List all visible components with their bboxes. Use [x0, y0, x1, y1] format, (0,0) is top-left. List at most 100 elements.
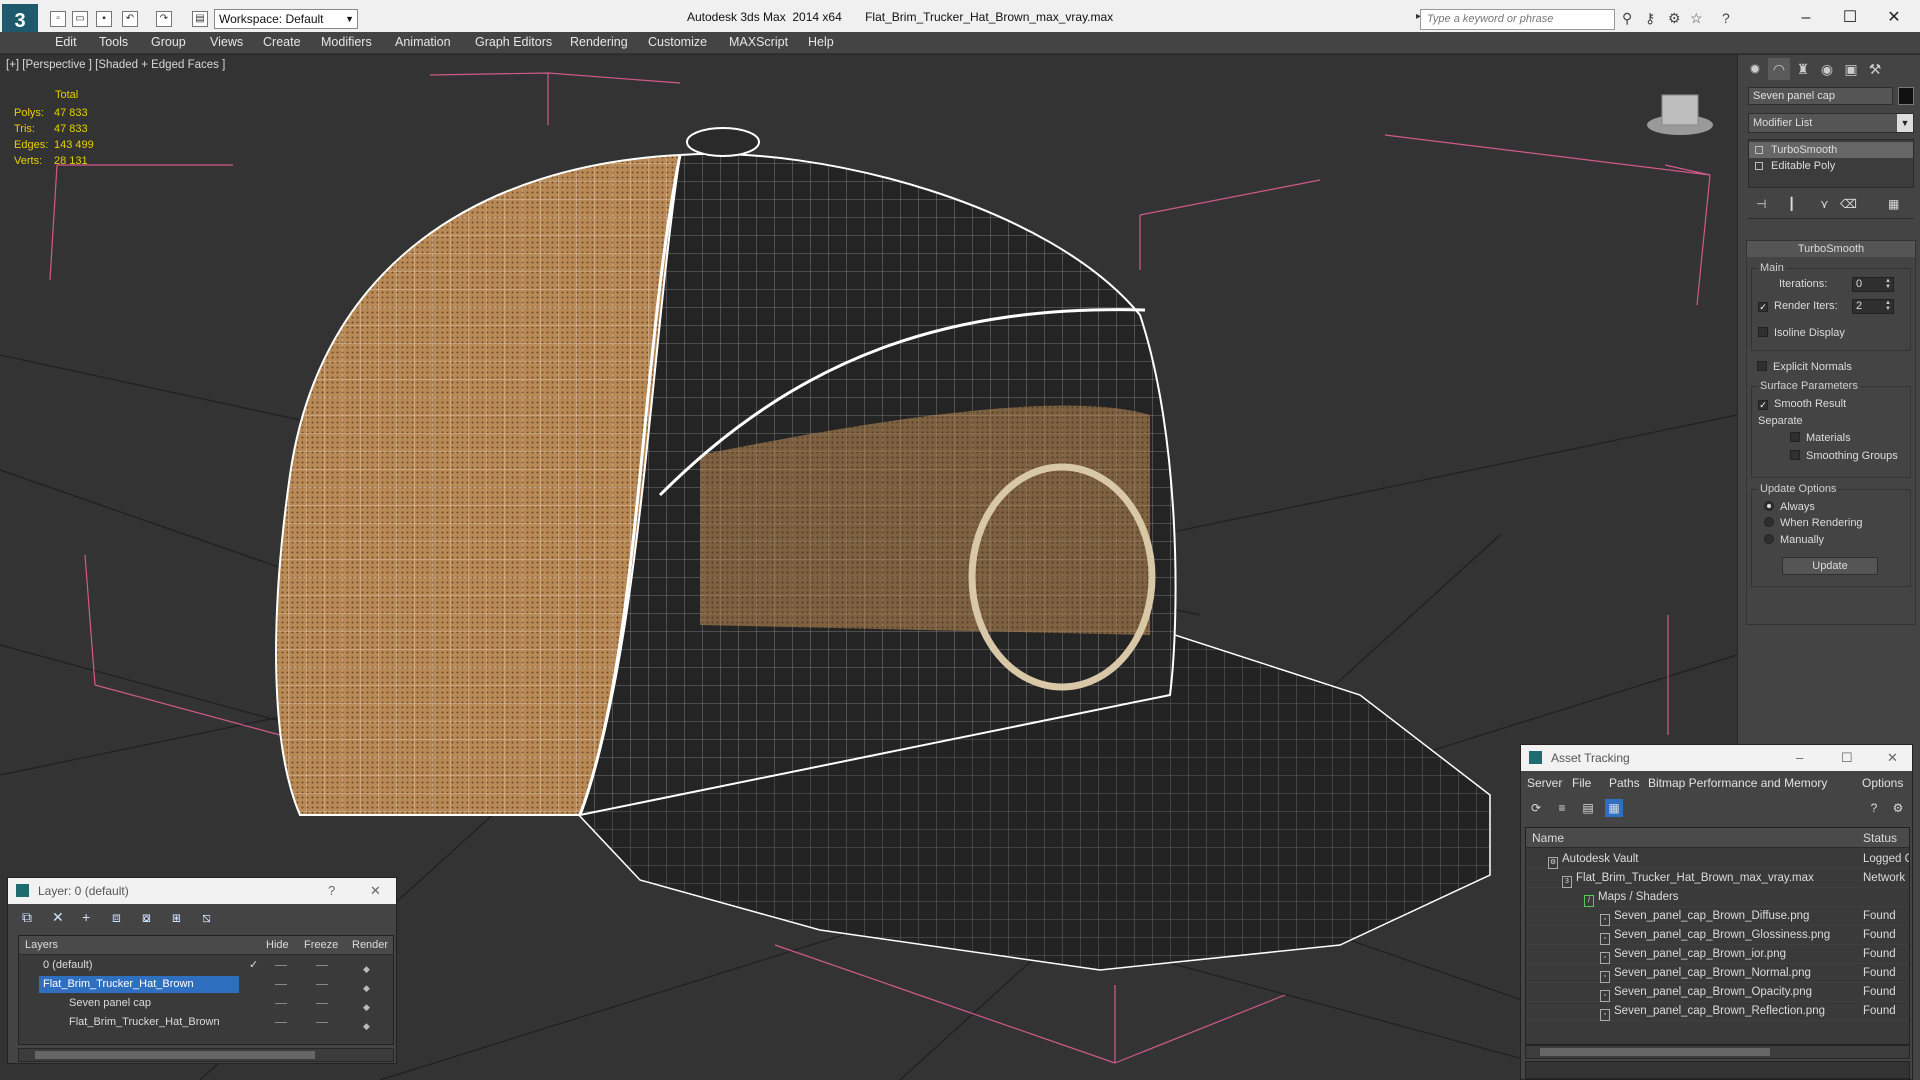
show-end-result-icon[interactable]: ┃ — [1788, 197, 1795, 211]
table-row[interactable]: Flat_Brim_Trucker_Hat_Brown ◆ — [19, 975, 393, 994]
column-freeze[interactable]: Freeze — [304, 939, 338, 951]
open-file-icon[interactable]: ▭ — [72, 11, 88, 27]
spinner-arrows-icon[interactable]: ▲ ▼ — [1883, 278, 1893, 291]
menu-modifiers[interactable]: Modifiers — [321, 35, 372, 49]
motion-tab-icon[interactable]: ◉ — [1816, 58, 1838, 80]
hide-toggle[interactable] — [275, 984, 287, 985]
key-icon[interactable]: ⚷ — [1645, 10, 1655, 27]
add-to-layer-icon[interactable]: + — [82, 909, 90, 925]
maximize-icon[interactable]: ☐ — [1830, 6, 1870, 32]
settings-icon[interactable]: ⚙ — [1889, 799, 1907, 817]
maximize-icon[interactable]: ☐ — [1841, 745, 1853, 771]
star-icon[interactable]: ☆ — [1690, 10, 1703, 27]
radio-icon[interactable] — [1764, 534, 1774, 544]
expand-icon[interactable] — [1755, 162, 1763, 170]
explicit-normals-checkbox[interactable]: Explicit Normals — [1757, 361, 1852, 373]
menu-edit[interactable]: Edit — [55, 35, 77, 49]
help-icon[interactable]: ? — [328, 878, 335, 904]
modify-tab-icon[interactable]: ◠ — [1768, 58, 1790, 80]
minimize-icon[interactable]: – — [1796, 745, 1803, 771]
layer-horizontal-scrollbar[interactable] — [18, 1048, 394, 1062]
remove-modifier-icon[interactable]: ⌫ — [1840, 197, 1857, 211]
smoothing-groups-checkbox[interactable]: Smoothing Groups — [1790, 450, 1898, 462]
stack-item-turbosmooth[interactable]: TurboSmooth — [1749, 142, 1913, 158]
table-row[interactable]: Flat_Brim_Trucker_Hat_Brown ◆ — [19, 1013, 393, 1032]
menu-tools[interactable]: Tools — [99, 35, 128, 49]
binoculars-icon[interactable]: ⚲ — [1622, 10, 1632, 27]
pin-stack-icon[interactable]: ⊣ — [1756, 197, 1766, 211]
checkbox-icon[interactable] — [1758, 327, 1768, 337]
rollout-header[interactable]: TurboSmooth — [1747, 241, 1915, 257]
menu-help[interactable]: Help — [808, 35, 834, 49]
close-icon[interactable]: ✕ — [1874, 6, 1914, 32]
close-icon[interactable]: ✕ — [370, 878, 381, 904]
table-view-icon[interactable]: ▦ — [1605, 799, 1623, 817]
menu-rendering[interactable]: Rendering — [570, 35, 628, 49]
freeze-toggle[interactable] — [316, 1003, 328, 1004]
object-color-swatch[interactable] — [1898, 87, 1914, 105]
menu-file[interactable]: File — [1572, 776, 1591, 790]
spinner-arrows-icon[interactable]: ▲ ▼ — [1883, 300, 1893, 313]
layer-dialog-titlebar[interactable]: Layer: 0 (default) ? ✕ — [8, 878, 396, 904]
modifier-list-dropdown[interactable]: Modifier List ▼ — [1748, 113, 1914, 133]
asset-dialog-titlebar[interactable]: Asset Tracking – ☐ ✕ — [1521, 745, 1912, 771]
menu-graph-editors[interactable]: Graph Editors — [475, 35, 552, 49]
column-hide[interactable]: Hide — [266, 939, 289, 951]
freeze-toggle[interactable] — [316, 965, 328, 966]
hide-toggle[interactable] — [275, 1003, 287, 1004]
checkbox-icon[interactable] — [1790, 450, 1800, 460]
menu-views[interactable]: Views — [210, 35, 243, 49]
stack-item-editable-poly[interactable]: Editable Poly — [1749, 158, 1913, 174]
menu-maxscript[interactable]: MAXScript — [729, 35, 788, 49]
manually-radio[interactable]: Manually — [1764, 534, 1824, 546]
asset-path-field[interactable] — [1525, 1061, 1910, 1079]
isoline-display-checkbox[interactable]: Isoline Display — [1758, 327, 1845, 339]
search-input[interactable]: Type a keyword or phrase — [1420, 9, 1615, 30]
display-tab-icon[interactable]: ▣ — [1840, 58, 1862, 80]
iterations-spinner[interactable]: 0 ▲ ▼ — [1852, 277, 1894, 292]
create-tab-icon[interactable]: ✹ — [1744, 58, 1766, 80]
undo-icon[interactable]: ↶ — [122, 11, 138, 27]
exchange-icon[interactable]: ⚙ — [1668, 10, 1681, 27]
menu-paths[interactable]: Paths — [1609, 776, 1640, 790]
list-view-icon[interactable]: ≡ — [1553, 799, 1571, 817]
hide-toggle[interactable] — [275, 965, 287, 966]
highlight-layer-icon[interactable]: ⧇ — [142, 909, 151, 926]
workspace-dropdown[interactable]: Workspace: Default ▼ — [214, 9, 358, 29]
table-row[interactable]: ⚙ Autodesk Vault Logged C — [1526, 850, 1909, 869]
checkbox-icon[interactable] — [1790, 432, 1800, 442]
freeze-all-icon[interactable]: ⧅ — [202, 909, 211, 926]
new-file-icon[interactable]: ▫ — [50, 11, 66, 27]
object-name-field[interactable]: Seven panel cap — [1748, 87, 1893, 105]
table-row[interactable]: ▫ Seven_panel_cap_Brown_Diffuse.png Found — [1526, 907, 1909, 926]
menu-animation[interactable]: Animation — [395, 35, 451, 49]
render-iters-spinner[interactable]: 2 ▲ ▼ — [1852, 299, 1894, 314]
menu-bitmap-performance[interactable]: Bitmap Performance and Memory — [1648, 776, 1827, 790]
select-objects-icon[interactable]: ⧈ — [112, 909, 121, 926]
table-row[interactable]: ▫ Seven_panel_cap_Brown_Glossiness.png Fo… — [1526, 926, 1909, 945]
column-layers[interactable]: Layers — [25, 939, 58, 951]
asset-horizontal-scrollbar[interactable] — [1525, 1045, 1910, 1059]
hierarchy-tab-icon[interactable]: ♜ — [1792, 58, 1814, 80]
refresh-icon[interactable]: ⟳ — [1527, 799, 1545, 817]
teapot-icon[interactable]: ◆ — [363, 1017, 370, 1036]
smooth-result-checkbox[interactable]: ✓ Smooth Result — [1758, 398, 1846, 410]
materials-checkbox[interactable]: Materials — [1790, 432, 1851, 444]
hide-all-icon[interactable]: ⧆ — [172, 909, 181, 926]
table-row[interactable]: ▫ Seven_panel_cap_Brown_ior.png Found — [1526, 945, 1909, 964]
freeze-toggle[interactable] — [316, 1022, 328, 1023]
table-row[interactable]: / Maps / Shaders — [1526, 888, 1909, 907]
checkbox-checked-icon[interactable]: ✓ — [1758, 400, 1768, 410]
table-row[interactable]: ▫ Seven_panel_cap_Brown_Opacity.png Found — [1526, 983, 1909, 1002]
table-row[interactable]: ▫ Seven_panel_cap_Brown_Reflection.png Fo… — [1526, 1002, 1909, 1021]
delete-layer-icon[interactable]: ✕ — [52, 909, 64, 926]
table-row[interactable]: ▫ Seven_panel_cap_Brown_Normal.png Found — [1526, 964, 1909, 983]
column-name[interactable]: Name — [1532, 831, 1564, 845]
when-rendering-radio[interactable]: When Rendering — [1764, 517, 1863, 529]
help-icon[interactable]: ? — [1865, 799, 1883, 817]
save-file-icon[interactable]: ▪ — [96, 11, 112, 27]
new-layer-icon[interactable]: ⧉ — [22, 909, 32, 926]
always-radio[interactable]: Always — [1764, 501, 1815, 513]
render-iters-row[interactable]: ✓ Render Iters: — [1758, 300, 1838, 312]
close-icon[interactable]: ✕ — [1887, 745, 1898, 771]
